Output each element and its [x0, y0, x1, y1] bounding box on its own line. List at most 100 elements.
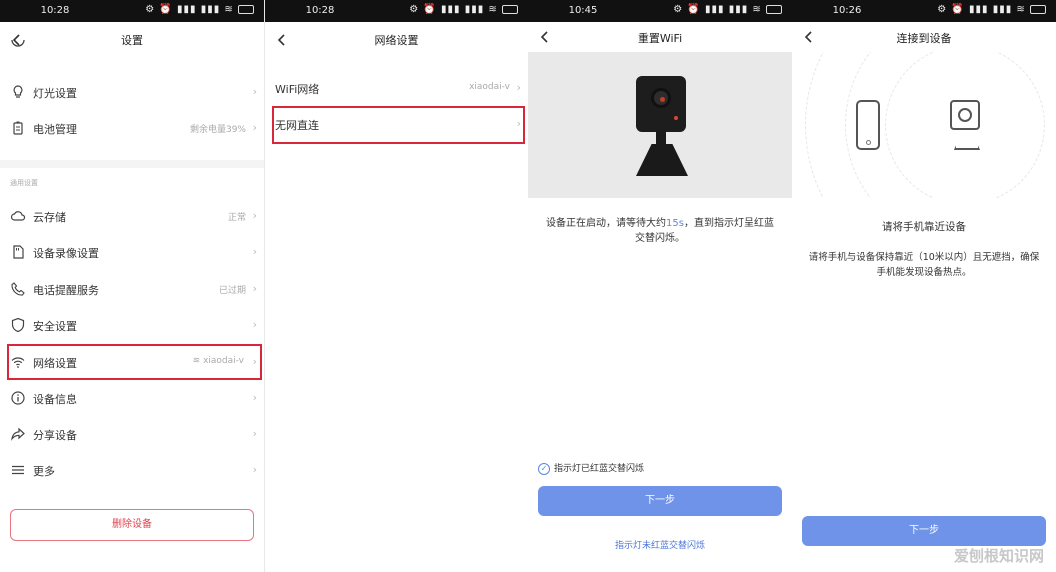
chevron-right-icon: › — [252, 245, 257, 258]
section-divider — [0, 160, 264, 168]
list-item-partial[interactable] — [0, 40, 264, 58]
nav-bar: 网络设置 — [265, 22, 528, 58]
info-icon — [10, 390, 26, 406]
connect-description: 请将手机与设备保持靠近（10米以内）且无遮挡，确保手机能发现设备热点。 — [808, 252, 1040, 278]
settings-item-more[interactable]: 更多 › — [0, 452, 264, 488]
desc-text: 设备正在启动，请等待大约 — [546, 218, 667, 229]
phone-alert-value: 已过期 — [218, 286, 246, 296]
phone-call-icon — [10, 281, 26, 297]
settings-item-recording[interactable]: 设备录像设置 › — [0, 234, 264, 270]
item-label: 云存储 — [33, 211, 66, 224]
status-bar: 10:28 ⚙ ⏰ ▮▮▮ ▮▮▮ ≋ — [0, 0, 264, 22]
battery-icon — [502, 4, 518, 14]
camera-lens — [651, 88, 671, 108]
settings-item-cloud[interactable]: 云存储 正常 › — [0, 198, 264, 234]
phone-icon — [856, 100, 880, 150]
cloud-icon — [10, 208, 26, 224]
settings-item-wifi[interactable]: WiFi网络 xiaodai-v › — [265, 70, 528, 106]
highlight-box — [7, 344, 262, 380]
settings-item-share[interactable]: 分享设备 › — [0, 416, 264, 452]
chevron-right-icon: › — [252, 463, 257, 476]
lens-dot — [660, 97, 665, 102]
battery-icon — [1030, 4, 1046, 14]
back-icon[interactable] — [536, 28, 554, 46]
status-time: 10:26 — [832, 5, 862, 16]
highlight-box — [272, 106, 525, 144]
connect-illustration — [792, 52, 1056, 198]
settings-screen: 10:28 ⚙ ⏰ ▮▮▮ ▮▮▮ ≋ 设置 灯光设置 › 电池管理 剩余电量3… — [0, 0, 264, 572]
next-button[interactable]: 下一步 — [538, 486, 782, 516]
device-lens — [958, 108, 972, 122]
battery-value: 剩余电量39% — [189, 125, 246, 135]
camera-body — [636, 76, 686, 132]
partial-icon — [10, 40, 26, 48]
status-time: 10:28 — [40, 5, 70, 16]
chevron-right-icon: › — [252, 391, 257, 404]
wifi-value: xiaodai-v — [469, 82, 510, 92]
bulb-icon — [10, 84, 26, 100]
battery-icon — [238, 4, 254, 14]
status-time: 10:28 — [305, 5, 335, 16]
network-settings-screen: 10:28 ⚙ ⏰ ▮▮▮ ▮▮▮ ≋ 网络设置 WiFi网络 xiaodai-… — [264, 0, 528, 572]
battery-manage-icon — [10, 120, 26, 136]
settings-item-phone-alert[interactable]: 电话提醒服务 已过期 › — [0, 271, 264, 307]
item-label: 电话提醒服务 — [33, 284, 99, 297]
page-title: 连接到设备 — [896, 32, 952, 45]
item-label: 安全设置 — [33, 320, 77, 333]
item-label: 电池管理 — [33, 123, 77, 136]
status-bar: 10:45 ⚙ ⏰ ▮▮▮ ▮▮▮ ≋ — [528, 0, 792, 22]
chevron-right-icon: › — [252, 427, 257, 440]
item-label: 设备信息 — [33, 393, 77, 406]
reset-description: 设备正在启动，请等待大约15s，直到指示灯呈红蓝交替闪烁。 — [542, 216, 778, 246]
page-title: 重置WiFi — [637, 32, 683, 45]
settings-item-battery[interactable]: 电池管理 剩余电量39% › — [0, 110, 264, 146]
item-label: 更多 — [33, 465, 55, 478]
indicator-checkbox[interactable]: ✓ 指示灯已红蓝交替闪烁 — [538, 461, 644, 475]
chevron-right-icon: › — [516, 81, 521, 94]
delete-device-button[interactable]: 删除设备 — [10, 509, 254, 541]
not-flashing-link[interactable]: 指示灯未红蓝交替闪烁 — [528, 538, 792, 551]
cloud-value: 正常 — [227, 213, 246, 223]
section-label: 通用设置 — [10, 179, 38, 187]
device-icon — [950, 100, 980, 130]
share-icon — [10, 426, 26, 442]
status-icons: ⚙ ⏰ ▮▮▮ ▮▮▮ ≋ — [145, 4, 254, 15]
settings-item-security[interactable]: 安全设置 › — [0, 307, 264, 343]
check-icon: ✓ — [538, 462, 550, 475]
item-label: WiFi网络 — [275, 83, 320, 96]
camera-base — [636, 144, 688, 176]
item-label: 设备录像设置 — [33, 247, 99, 260]
chevron-right-icon: › — [252, 318, 257, 331]
chevron-right-icon: › — [252, 85, 257, 98]
menu-icon — [10, 462, 26, 478]
status-icons: ⚙ ⏰ ▮▮▮ ▮▮▮ ≋ — [409, 4, 518, 15]
camera-neck — [656, 130, 666, 146]
status-time: 10:45 — [568, 5, 598, 16]
nav-bar: 重置WiFi — [528, 22, 792, 52]
item-label: 灯光设置 — [33, 87, 77, 100]
sdcard-icon — [10, 244, 26, 260]
status-bar: 10:26 ⚙ ⏰ ▮▮▮ ▮▮▮ ≋ — [792, 0, 1056, 22]
status-icons: ⚙ ⏰ ▮▮▮ ▮▮▮ ≋ — [937, 4, 1046, 15]
desc-highlight: 15s — [666, 218, 684, 229]
settings-item-light[interactable]: 灯光设置 › — [0, 74, 264, 110]
watermark: 爱刨根知识网 — [953, 547, 1044, 565]
nav-bar: 连接到设备 — [792, 22, 1056, 52]
shield-icon — [10, 317, 26, 333]
status-icons: ⚙ ⏰ ▮▮▮ ▮▮▮ ≋ — [673, 4, 782, 15]
battery-icon — [766, 4, 782, 14]
back-icon[interactable] — [273, 31, 291, 49]
page-title: 网络设置 — [374, 34, 419, 47]
chevron-right-icon: › — [252, 121, 257, 134]
connect-heading: 请将手机靠近设备 — [882, 221, 966, 233]
back-icon[interactable] — [800, 28, 818, 46]
status-bar: 10:28 ⚙ ⏰ ▮▮▮ ▮▮▮ ≋ — [265, 0, 528, 22]
settings-item-device-info[interactable]: 设备信息 › — [0, 380, 264, 416]
camera-led — [674, 116, 678, 120]
item-label: 分享设备 — [33, 429, 77, 442]
next-button[interactable]: 下一步 — [802, 516, 1046, 546]
reset-wifi-screen: 10:45 ⚙ ⏰ ▮▮▮ ▮▮▮ ≋ 重置WiFi 设备正在启动，请等待大约1… — [528, 0, 792, 572]
chevron-right-icon: › — [252, 282, 257, 295]
signal-ring — [805, 52, 1056, 198]
phone-home-button — [866, 140, 871, 145]
